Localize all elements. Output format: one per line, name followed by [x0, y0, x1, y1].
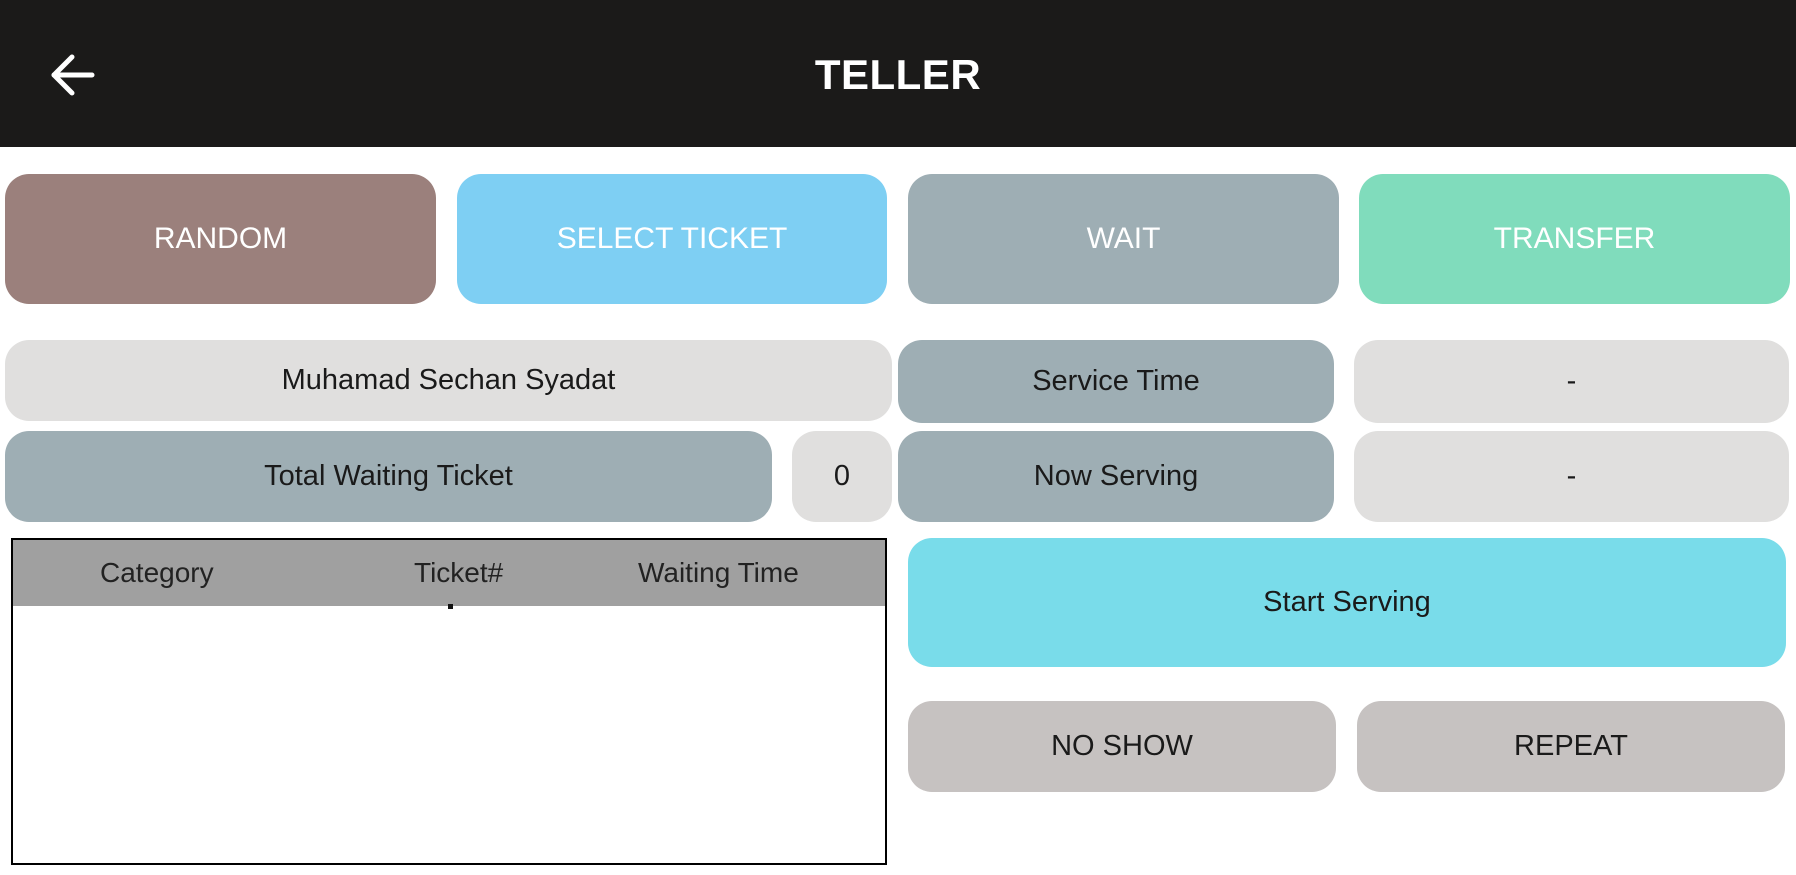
- service-time-label: Service Time: [898, 340, 1334, 423]
- column-header-waiting-time: Waiting Time: [638, 557, 799, 588]
- table-divider-mark: [448, 604, 453, 609]
- back-button[interactable]: [40, 45, 104, 105]
- service-time-value: -: [1354, 340, 1789, 423]
- repeat-button[interactable]: REPEAT: [1357, 701, 1785, 792]
- random-button[interactable]: RANDOM: [5, 174, 436, 304]
- no-show-button[interactable]: NO SHOW: [908, 701, 1336, 792]
- now-serving-value: -: [1354, 431, 1789, 522]
- page-title: TELLER: [814, 51, 982, 98]
- wait-button[interactable]: WAIT: [908, 174, 1339, 304]
- arrow-left-icon: [51, 54, 95, 96]
- total-waiting-label: Total Waiting Ticket: [5, 431, 772, 522]
- teller-name: Muhamad Sechan Syadat: [5, 340, 892, 421]
- waiting-ticket-table[interactable]: Category Ticket# Waiting Time: [11, 538, 887, 865]
- table-header: Category Ticket# Waiting Time: [13, 540, 885, 606]
- total-waiting-count: 0: [792, 431, 892, 522]
- select-ticket-button[interactable]: SELECT TICKET: [457, 174, 887, 304]
- column-header-category: Category: [100, 557, 214, 588]
- transfer-button[interactable]: TRANSFER: [1359, 174, 1790, 304]
- start-serving-button[interactable]: Start Serving: [908, 538, 1786, 667]
- now-serving-label: Now Serving: [898, 431, 1334, 522]
- column-header-ticket: Ticket#: [414, 557, 504, 588]
